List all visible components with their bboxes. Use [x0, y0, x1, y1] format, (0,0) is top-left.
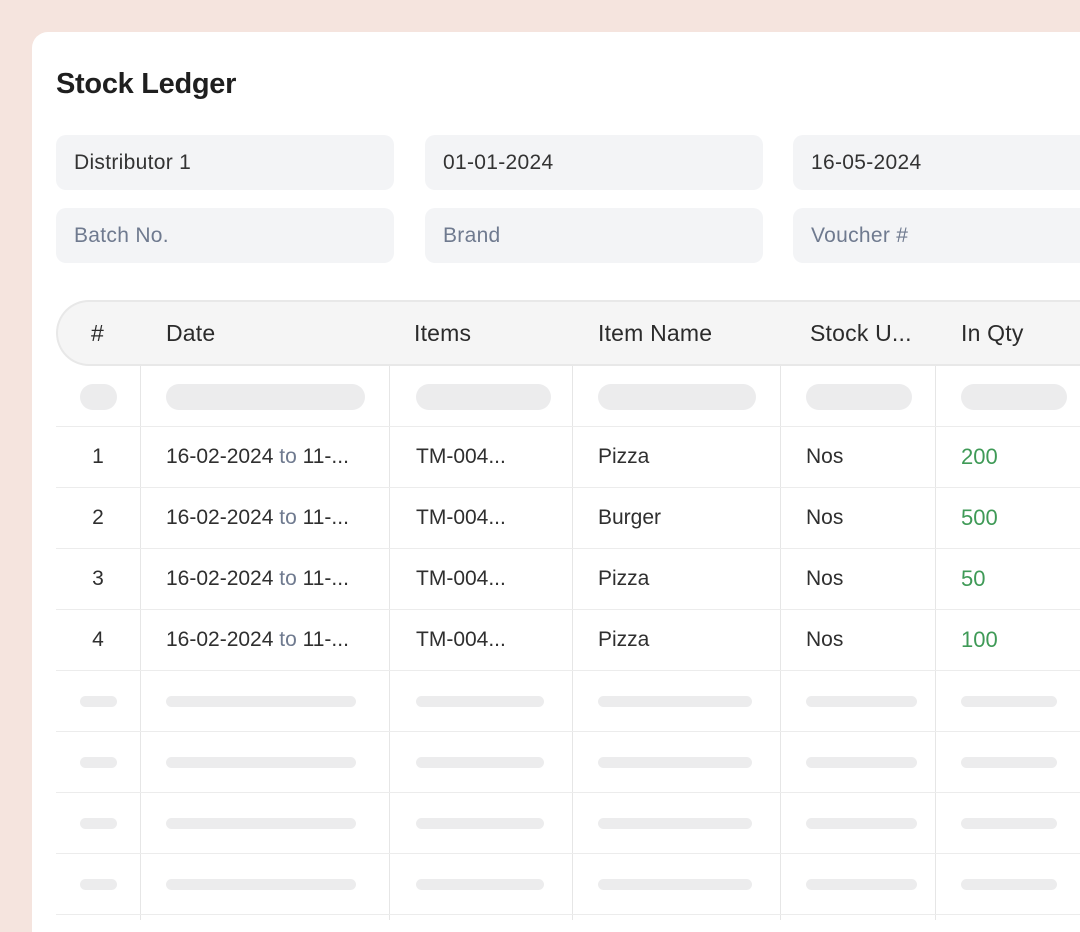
- page-title: Stock Ledger: [56, 68, 237, 100]
- batch-number-input[interactable]: [56, 208, 394, 263]
- skeleton-bar: [961, 818, 1057, 829]
- stock-ledger-card: Stock Ledger Distributor 1 01-01-2024 16…: [32, 32, 1080, 932]
- from-date-input[interactable]: 01-01-2024: [425, 135, 763, 190]
- skeleton-bar: [598, 818, 752, 829]
- row-item-name: Pizza: [598, 567, 650, 590]
- row-item-code: TM-004...: [416, 445, 506, 468]
- row-date: 16-02-2024 to 11-...: [166, 506, 349, 529]
- row-in-qty: 500: [961, 505, 998, 530]
- skeleton-bar: [80, 757, 117, 768]
- skeleton-bar: [961, 879, 1057, 890]
- skeleton-bar: [598, 696, 752, 707]
- skeleton-bar: [598, 879, 752, 890]
- row-item-code: TM-004...: [416, 506, 506, 529]
- skeleton-bar: [806, 818, 917, 829]
- row-item-code: TM-004...: [416, 567, 506, 590]
- row-index: 1: [92, 445, 104, 468]
- skeleton-bar: [806, 696, 917, 707]
- skeleton-bar: [166, 757, 356, 768]
- skeleton-bar: [806, 757, 917, 768]
- skeleton-bar: [598, 384, 756, 410]
- skeleton-bar: [961, 696, 1057, 707]
- skeleton-bar: [166, 879, 356, 890]
- skeleton-bar: [416, 879, 544, 890]
- voucher-input[interactable]: [793, 208, 1080, 263]
- skeleton-row: [56, 732, 1080, 793]
- skeleton-bar: [80, 818, 117, 829]
- row-date: 16-02-2024 to 11-...: [166, 567, 349, 590]
- to-date-input[interactable]: 16-05-2024: [793, 135, 1080, 190]
- skeleton-bar: [961, 757, 1057, 768]
- skeleton-bar: [598, 757, 752, 768]
- row-item-name: Pizza: [598, 445, 650, 468]
- skeleton-bar: [806, 879, 917, 890]
- row-in-qty: 100: [961, 627, 998, 652]
- row-date: 16-02-2024 to 11-...: [166, 445, 349, 468]
- table-row[interactable]: 3 16-02-2024 to 11-... TM-004... Pizza N…: [56, 549, 1080, 610]
- row-item-code: TM-004...: [416, 628, 506, 651]
- row-stock-unit: Nos: [806, 567, 844, 590]
- skeleton-row: [56, 671, 1080, 732]
- row-index: 3: [92, 567, 104, 590]
- row-stock-unit: Nos: [806, 628, 844, 651]
- header-index[interactable]: #: [91, 302, 104, 364]
- table-header: # Date Items Item Name Stock U... In Qty: [56, 300, 1080, 366]
- header-in-qty[interactable]: In Qty: [961, 302, 1024, 364]
- row-in-qty: 50: [961, 566, 986, 591]
- skeleton-row: [56, 366, 1080, 427]
- skeleton-bar: [80, 384, 117, 410]
- skeleton-bar: [416, 818, 544, 829]
- skeleton-bar: [961, 384, 1067, 410]
- skeleton-bar: [166, 696, 356, 707]
- table-row[interactable]: 4 16-02-2024 to 11-... TM-004... Pizza N…: [56, 610, 1080, 671]
- skeleton-bar: [166, 818, 356, 829]
- skeleton-bar: [80, 696, 117, 707]
- row-date: 16-02-2024 to 11-...: [166, 628, 349, 651]
- skeleton-bar: [80, 879, 117, 890]
- header-stock-unit[interactable]: Stock U...: [810, 302, 912, 364]
- table-row[interactable]: 1 16-02-2024 to 11-... TM-004... Pizza N…: [56, 427, 1080, 488]
- skeleton-bar: [416, 696, 544, 707]
- skeleton-bar: [806, 384, 912, 410]
- table-row[interactable]: 2 16-02-2024 to 11-... TM-004... Burger …: [56, 488, 1080, 549]
- skeleton-bar: [416, 757, 544, 768]
- row-item-name: Pizza: [598, 628, 650, 651]
- header-date[interactable]: Date: [166, 302, 215, 364]
- row-stock-unit: Nos: [806, 506, 844, 529]
- row-index: 4: [92, 628, 104, 651]
- stock-ledger-table: # Date Items Item Name Stock U... In Qty…: [56, 300, 1080, 915]
- skeleton-bar: [166, 384, 365, 410]
- skeleton-bar: [416, 384, 551, 410]
- row-in-qty: 200: [961, 444, 998, 469]
- row-index: 2: [92, 506, 104, 529]
- header-item-name[interactable]: Item Name: [598, 302, 712, 364]
- row-stock-unit: Nos: [806, 445, 844, 468]
- distributor-select[interactable]: Distributor 1: [56, 135, 394, 190]
- skeleton-row: [56, 793, 1080, 854]
- header-items[interactable]: Items: [414, 302, 471, 364]
- skeleton-row: [56, 854, 1080, 915]
- brand-input[interactable]: [425, 208, 763, 263]
- row-item-name: Burger: [598, 506, 662, 529]
